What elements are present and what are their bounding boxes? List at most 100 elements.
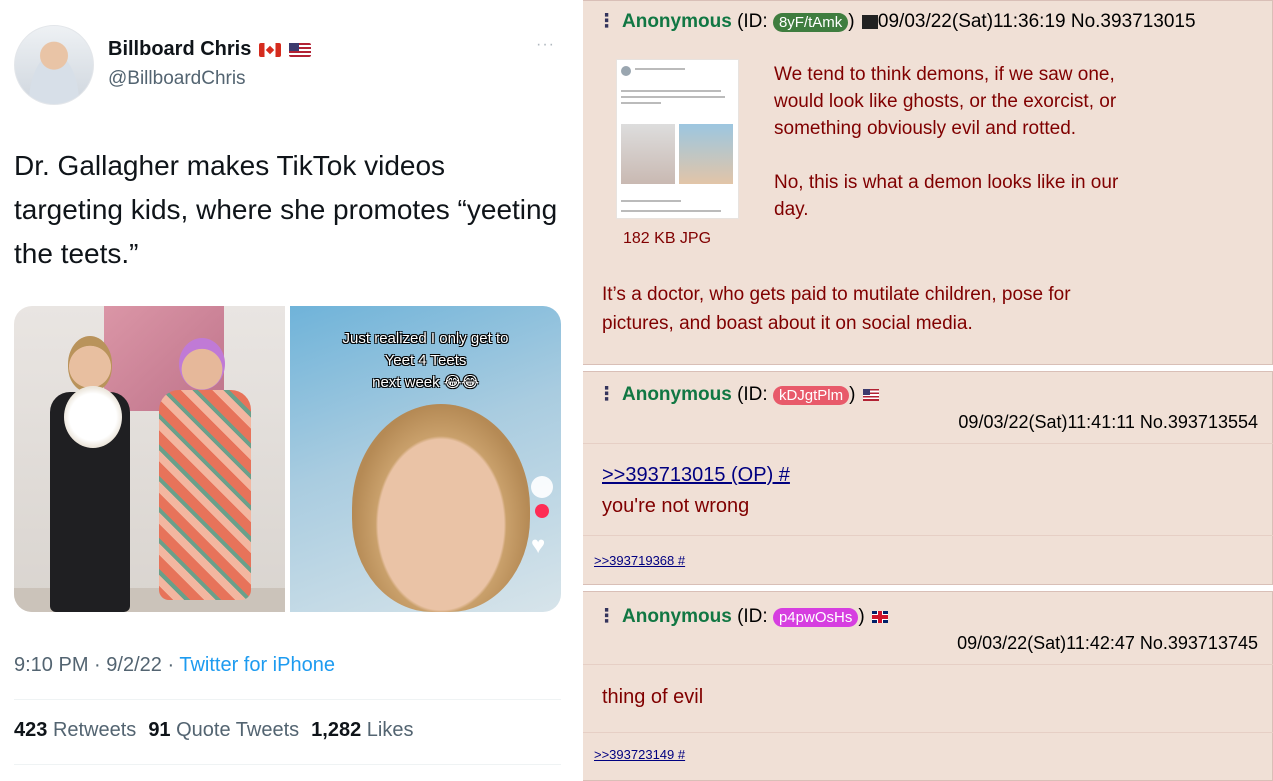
retweets-count: 423 (14, 719, 48, 741)
reply-body: >>393713015 (OP) # you're not wrong (602, 460, 790, 522)
op-text-line: No, this is what a demon looks like in o… (774, 172, 1119, 193)
retweets-stat[interactable]: 423 Retweets (14, 719, 136, 742)
more-options-icon[interactable]: ··· (536, 36, 555, 54)
divider (583, 664, 1273, 665)
person-left (50, 336, 130, 612)
thread: ⋮ Anonymous (ID: 8yF/tAmk) 09/03/22(Sat)1… (583, 0, 1273, 781)
tweet-source[interactable]: Twitter for iPhone (179, 654, 335, 676)
divider (583, 732, 1273, 733)
person-right-body (159, 390, 251, 600)
canada-flag-icon (259, 42, 282, 57)
thumb-line (621, 96, 725, 98)
id-suffix: ) (848, 11, 855, 32)
tiktok-side-actions: ♥ (531, 476, 553, 560)
quote-count: 91 (148, 719, 171, 741)
op-text-block-1: We tend to think demons, if we saw one, … (774, 61, 1244, 223)
caption-line-2: Yeet 4 Teets (384, 352, 467, 369)
quote-label: Quote Tweets (176, 719, 300, 741)
divider (583, 535, 1273, 536)
poster-id[interactable]: p4pwOsHs (772, 608, 859, 627)
quote-link[interactable]: >>393713015 (OP) # (602, 460, 790, 491)
caption-line-3: next week 😂😂 (372, 374, 479, 391)
likes-stat[interactable]: 1,282 Likes (311, 719, 413, 742)
op-text-line: pictures, and boast about it on social m… (602, 313, 973, 334)
op-text-line: It’s a doctor, who gets paid to mutilate… (602, 284, 1071, 305)
tweet-media[interactable]: Just realized I only get to Yeet 4 Teets… (14, 306, 561, 612)
user-handle[interactable]: @BillboardChris (108, 68, 246, 90)
avatar[interactable] (14, 25, 94, 105)
thumb-photo-2 (679, 124, 733, 184)
post-menu-icon[interactable]: ⋮ (597, 384, 616, 405)
file-size: 182 KB JPG (623, 230, 712, 247)
tweet-card: Billboard Chris @BillboardChris ··· Dr. … (0, 0, 583, 781)
id-prefix: (ID: (737, 384, 768, 405)
thumb-avatar (621, 66, 631, 76)
divider (14, 764, 561, 765)
id-prefix: (ID: (737, 11, 768, 32)
poster-id[interactable]: kDJgtPlm (772, 386, 850, 405)
backlink[interactable]: >>393723149 # (594, 747, 685, 762)
id-suffix: ) (849, 384, 856, 405)
thumb-line (621, 102, 661, 104)
profile-icon (531, 476, 553, 498)
usa-flag-icon (862, 388, 879, 401)
display-name[interactable]: Billboard Chris (108, 38, 251, 61)
reply-text: you're not wrong (602, 495, 750, 517)
thumb-line (635, 68, 685, 70)
tweet-time[interactable]: 9:10 PM (14, 654, 88, 676)
person-right-head (179, 338, 225, 390)
likes-count: 1,282 (311, 719, 362, 741)
post-header: ⋮ Anonymous (ID: p4pwOsHs) (597, 605, 888, 628)
post-menu-icon[interactable]: ⋮ (597, 606, 616, 627)
person-left-head (68, 336, 112, 392)
caption-line-1: Just realized I only get to (342, 330, 509, 347)
poster-name: Anonymous (622, 11, 732, 32)
follow-plus-icon (535, 504, 549, 518)
photo-1[interactable] (14, 306, 285, 612)
author-name-row: Billboard Chris (108, 38, 312, 61)
op-text-line: something obviously evil and rotted. (774, 118, 1077, 139)
post-header: ⋮ Anonymous (ID: 8yF/tAmk) 09/03/22(Sat)1… (597, 10, 1196, 33)
op-text-block-2: It’s a doctor, who gets paid to mutilate… (602, 280, 1242, 338)
thumb-line (621, 210, 721, 212)
reply-post: ⋮ Anonymous (ID: p4pwOsHs) 09/03/22(Sat)1… (583, 591, 1273, 781)
id-suffix: ) (858, 606, 865, 627)
tweet-stats: 423 Retweets 91 Quote Tweets 1,282 Likes (14, 719, 414, 742)
photo-2-tiktok-screenshot[interactable]: Just realized I only get to Yeet 4 Teets… (290, 306, 561, 612)
tweet-date[interactable]: 9/2/22 (106, 654, 162, 676)
tiktok-caption: Just realized I only get to Yeet 4 Teets… (290, 328, 561, 394)
reply-text: thing of evil (602, 686, 704, 708)
face (352, 404, 530, 612)
meta-separator: · (167, 654, 175, 676)
poster-name: Anonymous (622, 606, 732, 627)
id-prefix: (ID: (737, 606, 768, 627)
person-right (149, 338, 259, 612)
thumb-line (621, 90, 721, 92)
op-text-line: We tend to think demons, if we saw one, (774, 64, 1115, 85)
country-flag-icon (861, 14, 878, 29)
retweets-label: Retweets (52, 719, 137, 741)
op-post: ⋮ Anonymous (ID: 8yF/tAmk) 09/03/22(Sat)1… (583, 0, 1273, 365)
post-datetime[interactable]: 09/03/22(Sat)11:42:47 No.393713745 (957, 633, 1258, 654)
thumb-line (621, 200, 681, 202)
poster-id[interactable]: 8yF/tAmk (772, 13, 849, 32)
uk-flag-icon (871, 610, 888, 623)
op-text-line: day. (774, 199, 809, 220)
poster-name: Anonymous (622, 384, 732, 405)
post-menu-icon[interactable]: ⋮ (597, 11, 616, 32)
tweet-text: Dr. Gallagher makes TikTok videos target… (14, 150, 558, 269)
post-datetime[interactable]: 09/03/22(Sat)11:36:19 No.393713015 (878, 11, 1196, 32)
divider (583, 443, 1273, 444)
dog (64, 386, 122, 448)
reply-post: ⋮ Anonymous (ID: kDJgtPlm) 09/03/22(Sat)1… (583, 371, 1273, 585)
backlink[interactable]: >>393719368 # (594, 553, 685, 568)
likes-label: Likes (366, 719, 414, 741)
op-text-line: would look like ghosts, or the exorcist,… (774, 91, 1117, 112)
divider (14, 699, 561, 700)
tweet-meta: 9:10 PM · 9/2/22 · Twitter for iPhone (14, 654, 335, 677)
quote-tweets-stat[interactable]: 91 Quote Tweets (148, 719, 299, 742)
post-datetime[interactable]: 09/03/22(Sat)11:41:11 No.393713554 (958, 412, 1258, 433)
attached-image-thumbnail[interactable] (616, 59, 739, 219)
thumb-photo-1 (621, 124, 675, 184)
